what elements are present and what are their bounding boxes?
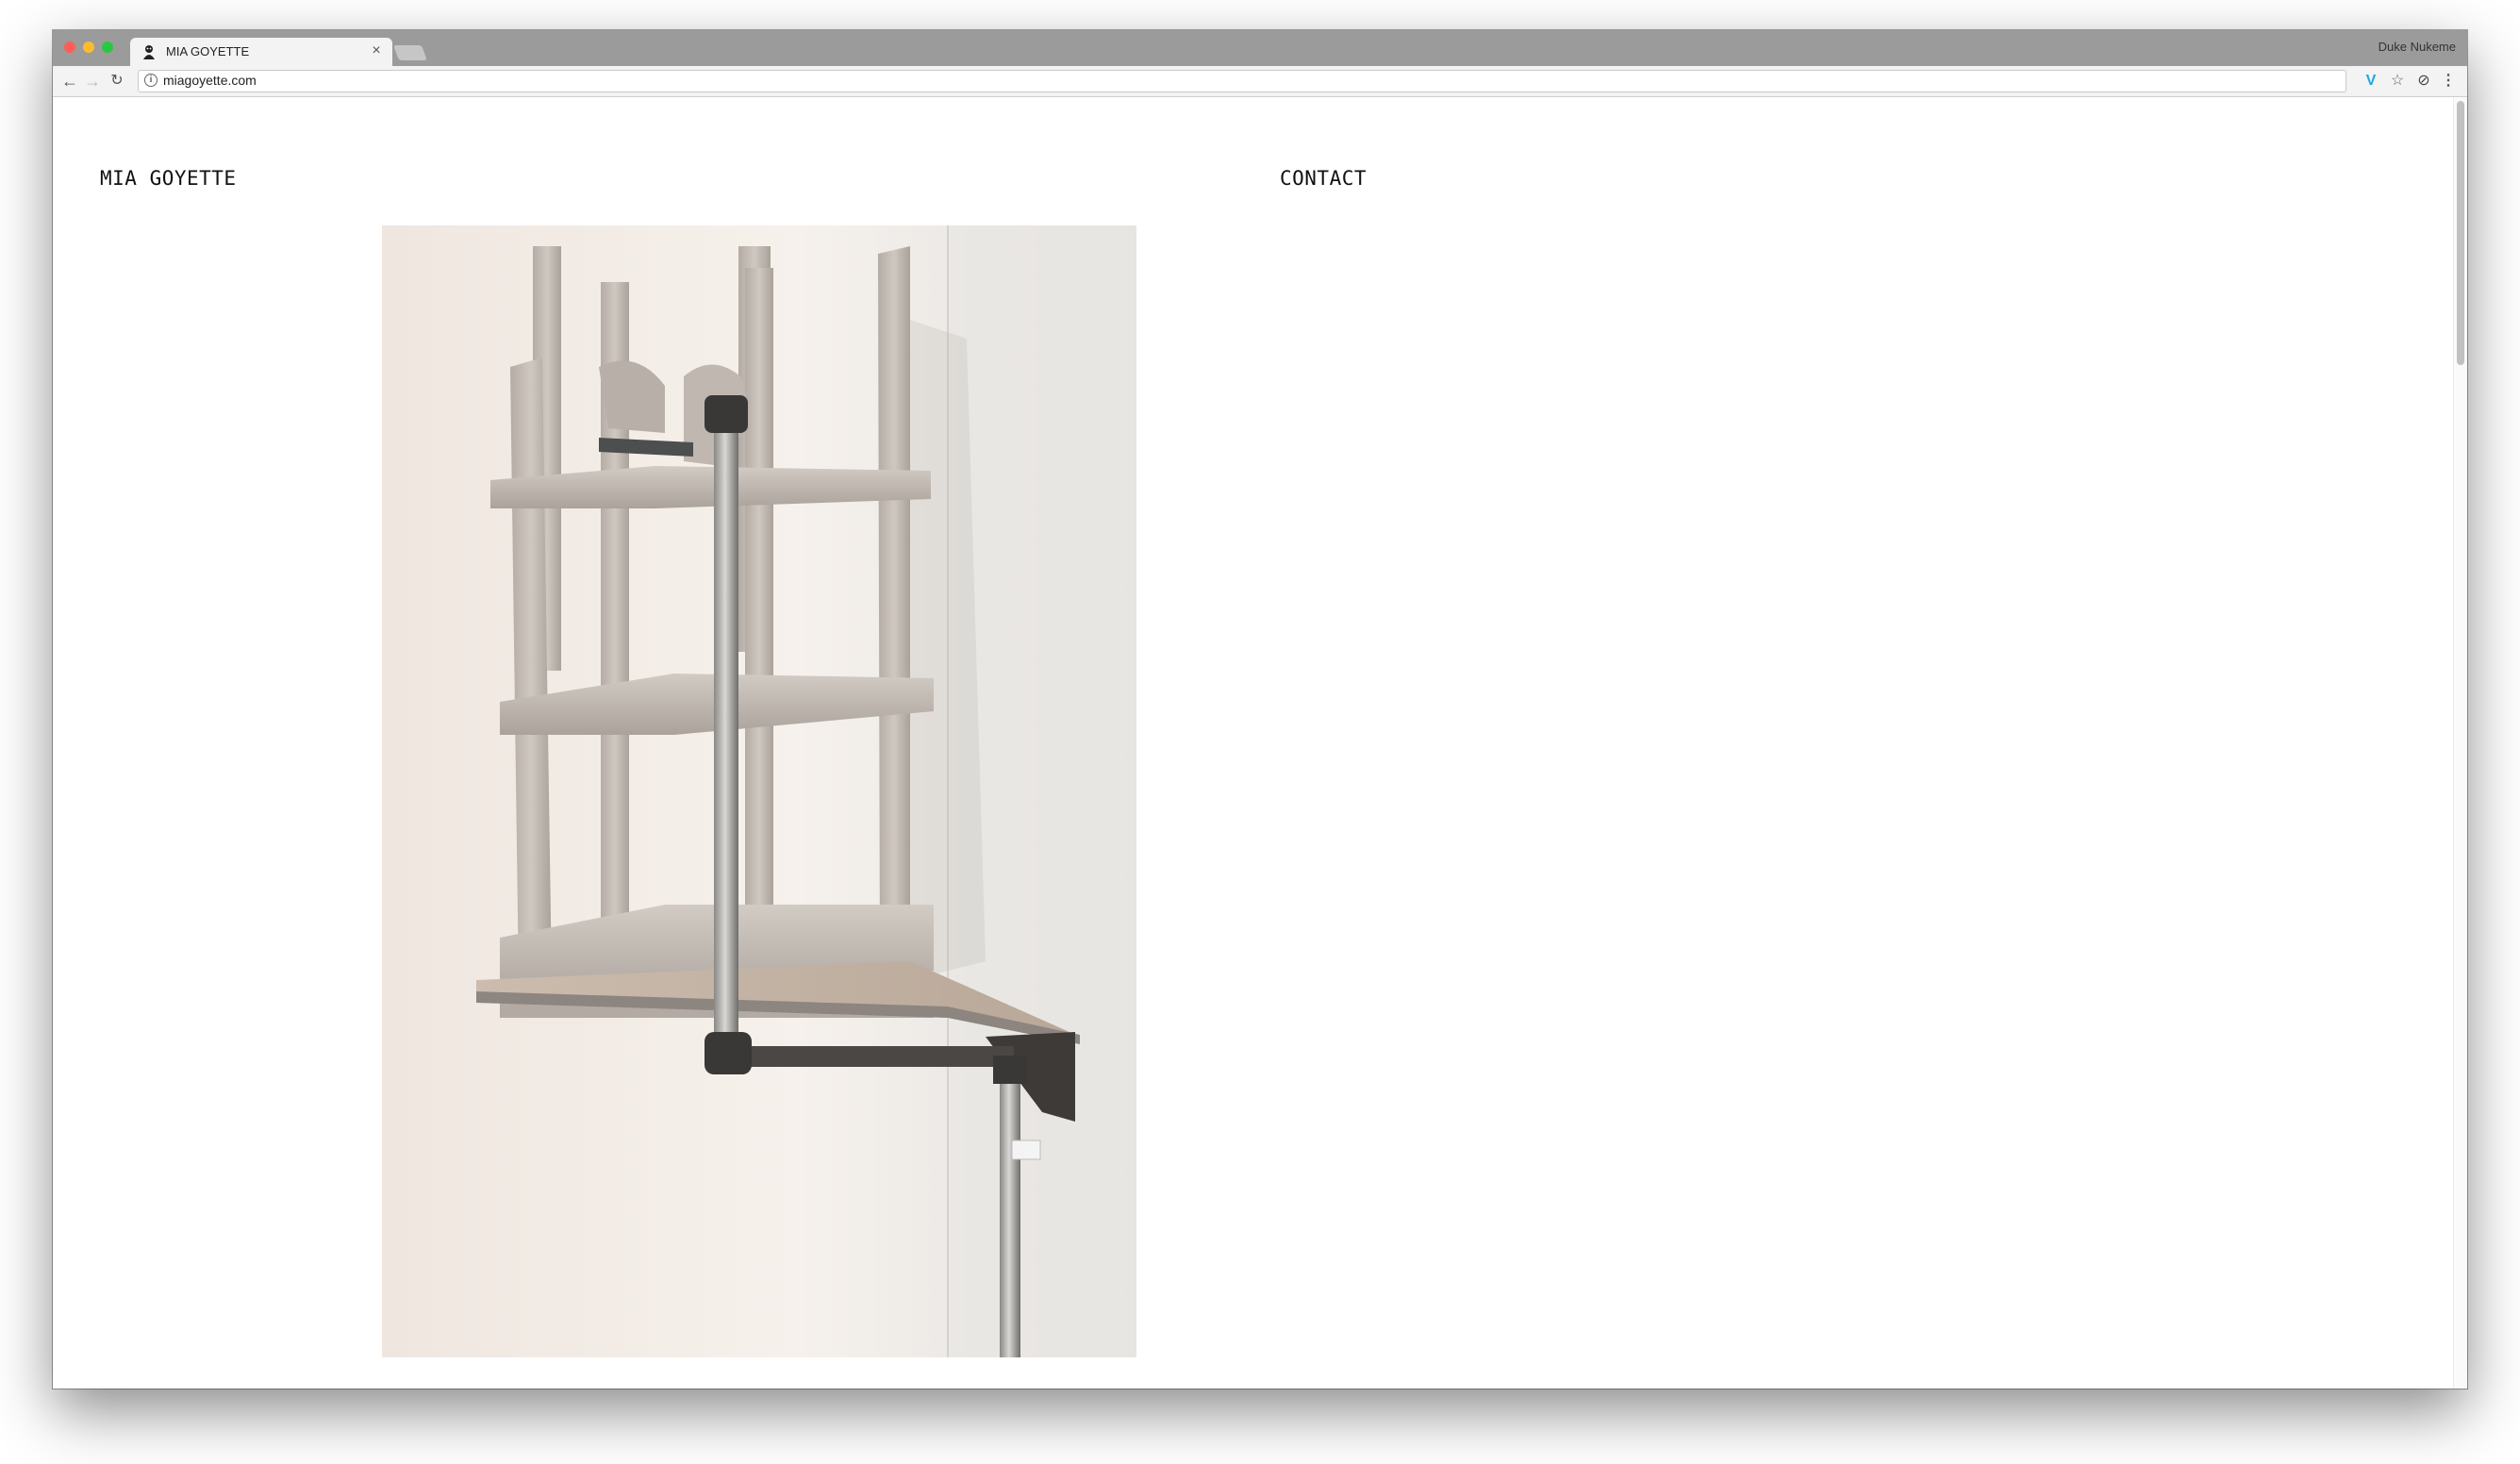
url-text[interactable]: miagoyette.com [163,73,257,88]
active-tab[interactable]: MIA GOYETTE × [130,38,392,66]
browser-window: MIA GOYETTE × Duke Nukeme ← → ↻ i miagoy… [53,30,2467,1389]
close-window-button[interactable] [64,42,75,53]
site-title[interactable]: MIA GOYETTE [100,167,237,190]
extension-icon[interactable]: ⊘ [2414,72,2433,91]
reload-icon[interactable]: ↻ [106,70,128,92]
forward-icon[interactable]: → [81,70,104,92]
contact-link[interactable]: CONTACT [1280,167,1367,190]
new-tab-button[interactable] [393,45,427,60]
back-icon[interactable]: ← [58,70,81,92]
scrollbar-thumb[interactable] [2457,101,2464,365]
address-bar[interactable]: i miagoyette.com [138,70,2346,92]
tab-title: MIA GOYETTE [166,44,250,58]
info-icon[interactable]: i [144,74,158,87]
star-icon[interactable]: ☆ [2388,72,2407,91]
page-viewport: MIA GOYETTE CONTACT [53,97,2467,1389]
page-scrollbar[interactable] [2453,97,2467,1389]
vimeo-icon[interactable]: V [2362,72,2380,91]
tab-close-icon[interactable]: × [368,42,385,59]
artwork-image[interactable] [382,225,1136,1357]
menu-icon[interactable]: ⋮ [2439,72,2458,91]
profile-name[interactable]: Duke Nukeme [2379,40,2456,54]
minimize-window-button[interactable] [83,42,94,53]
browser-toolbar: ← → ↻ i miagoyette.com V ☆ ⊘ ⋮ [53,66,2467,97]
favicon-icon [143,45,155,59]
tab-strip: MIA GOYETTE × Duke Nukeme [53,30,2467,66]
maximize-window-button[interactable] [102,42,113,53]
